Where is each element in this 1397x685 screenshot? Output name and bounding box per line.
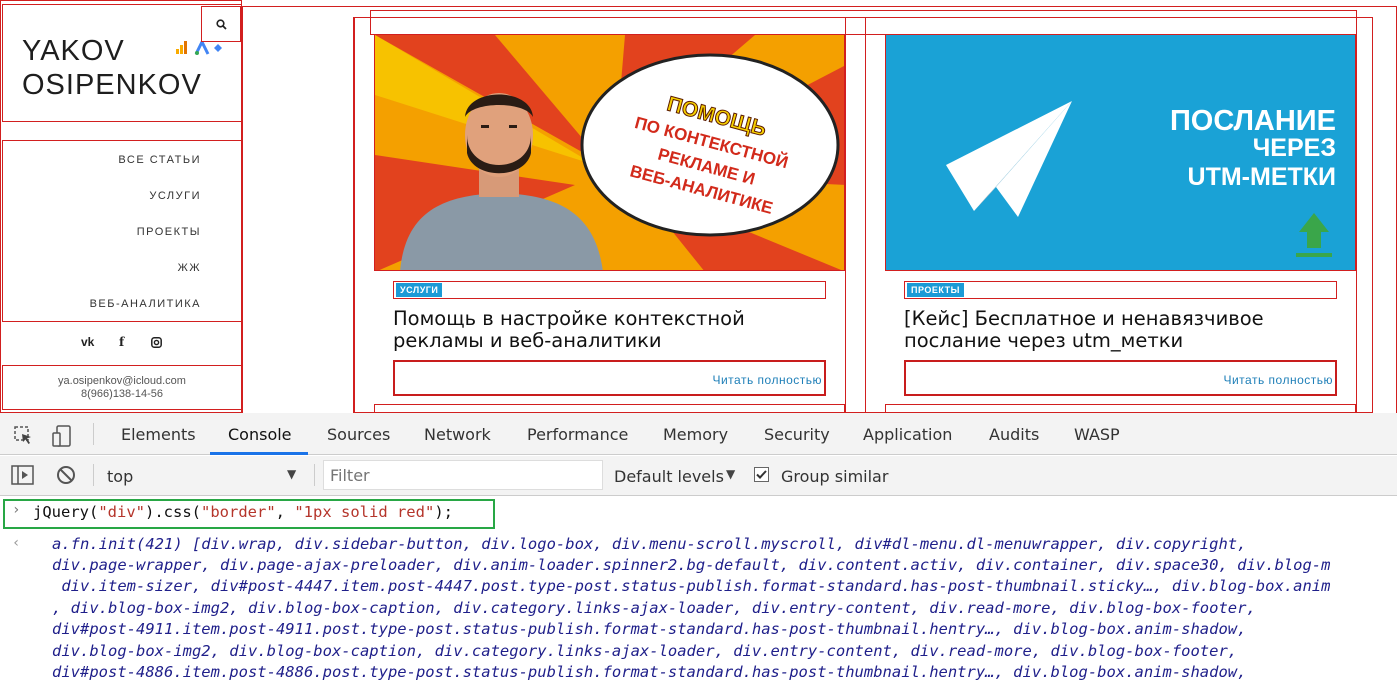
- clear-console-icon[interactable]: [56, 465, 76, 485]
- console-output-line[interactable]: div.item-sizer, div#post-4447.item.post-…: [52, 577, 1330, 595]
- logo-line-1: YAKOV: [22, 35, 125, 67]
- search-button[interactable]: [201, 6, 241, 42]
- blog-box-footer: [374, 404, 845, 413]
- console-output-line[interactable]: div#post-4911.item.post-4911.post.type-p…: [52, 620, 1246, 638]
- console-output: › jQuery("div").css("border", "1px solid…: [0, 497, 1397, 685]
- post-image[interactable]: ПОМОЩЬ ПО КОНТЕКСТНОЙ РЕКЛАМЕ И ВЕБ-АНАЛ…: [374, 34, 845, 271]
- filter-input[interactable]: [323, 460, 603, 490]
- divider: [314, 464, 315, 486]
- tab-elements[interactable]: Elements: [121, 425, 196, 444]
- tab-performance[interactable]: Performance: [527, 425, 628, 444]
- tab-console[interactable]: Console: [228, 425, 292, 444]
- logo-text: YAKOV OSIPENKOV: [22, 34, 202, 102]
- post-image[interactable]: ПОСЛАНИЕ ЧЕРЕЗ UTM-МЕТКИ: [885, 34, 1356, 271]
- menu-item-all-articles[interactable]: ВСЕ СТАТЬИ: [118, 154, 201, 166]
- sidebar-menu: ВСЕ СТАТЬИ УСЛУГИ ПРОЕКТЫ ЖЖ ВЕБ-АНАЛИТИ…: [2, 140, 242, 322]
- tab-application[interactable]: Application: [863, 425, 952, 444]
- console-toolbar: top ▼ Default levels ▼ Group similar: [0, 456, 1397, 496]
- post-title[interactable]: Помощь в настройке контекстной рекламы и…: [393, 308, 833, 352]
- image-caption-line-1: ПОСЛАНИЕ: [1170, 105, 1336, 137]
- blog-box-footer: [885, 404, 1356, 413]
- tab-wasp[interactable]: WASP: [1074, 425, 1120, 444]
- category-bar: УСЛУГИ: [393, 281, 826, 299]
- logo-line-2: OSIPENKOV: [22, 69, 202, 101]
- social-links: vk f: [1, 329, 243, 359]
- divider: [93, 423, 94, 445]
- devtools-panel: Elements Console Sources Network Perform…: [0, 413, 1397, 685]
- vk-icon[interactable]: vk: [81, 335, 94, 349]
- prompt-chevron-icon: ›: [12, 502, 21, 518]
- tab-security[interactable]: Security: [764, 425, 830, 444]
- read-more-link[interactable]: Читать полностью: [1223, 373, 1333, 387]
- menu-item-services[interactable]: УСЛУГИ: [149, 190, 201, 202]
- menu-item-lj[interactable]: ЖЖ: [178, 262, 201, 274]
- menu-item-web-analytics[interactable]: ВЕБ-АНАЛИТИКА: [90, 298, 201, 310]
- instagram-icon[interactable]: [151, 337, 162, 348]
- sidebar-toggle-icon[interactable]: [11, 465, 35, 485]
- device-toolbar-icon[interactable]: [52, 425, 76, 447]
- post-image-art: ПОМОЩЬ ПО КОНТЕКСТНОЙ РЕКЛАМЕ И ВЕБ-АНАЛ…: [375, 35, 844, 270]
- group-similar-label[interactable]: Group similar: [781, 467, 888, 486]
- tab-network[interactable]: Network: [424, 425, 491, 444]
- image-caption-line-3: UTM-МЕТКИ: [1188, 163, 1336, 191]
- chevron-down-icon[interactable]: ▼: [726, 467, 735, 481]
- tab-memory[interactable]: Memory: [663, 425, 728, 444]
- read-more-link[interactable]: Читать полностью: [712, 373, 822, 387]
- group-similar-checkbox[interactable]: [754, 467, 769, 482]
- console-output-line[interactable]: div.page-wrapper, div.page-ajax-preloade…: [52, 556, 1330, 574]
- sidebar: YAKOV OSIPENKOV ВСЕ СТАТЬИ УСЛУГИ ПРОЕКТ…: [0, 0, 242, 413]
- contact-email[interactable]: ya.osipenkov@icloud.com: [3, 375, 241, 388]
- category-badge[interactable]: УСЛУГИ: [396, 283, 443, 297]
- facebook-icon[interactable]: f: [119, 335, 124, 349]
- console-output-line[interactable]: , div.blog-box-img2, div.blog-box-captio…: [52, 599, 1256, 617]
- devtools-tab-bar: Elements Console Sources Network Perform…: [0, 413, 1397, 455]
- console-command[interactable]: jQuery("div").css("border", "1px solid r…: [33, 503, 453, 521]
- menu-item-projects[interactable]: ПРОЕКТЫ: [137, 226, 201, 238]
- post-title[interactable]: [Кейс] Бесплатное и ненавязчивое послани…: [904, 308, 1344, 352]
- contact-box: ya.osipenkov@icloud.com 8(966)138-14-56: [2, 365, 242, 410]
- divider: [93, 464, 94, 486]
- result-arrow-icon: ‹: [12, 535, 21, 551]
- console-output-line[interactable]: div#post-4886.item.post-4886.post.type-p…: [52, 663, 1246, 681]
- search-icon: [215, 18, 227, 30]
- contact-phone[interactable]: 8(966)138-14-56: [3, 388, 241, 401]
- read-more-box: Читать полностью: [393, 360, 826, 396]
- category-badge[interactable]: ПРОЕКТЫ: [907, 283, 964, 297]
- inspect-element-icon[interactable]: [14, 426, 34, 446]
- console-output-line[interactable]: a.fn.init(421) [div.wrap, div.sidebar-bu…: [52, 535, 1246, 553]
- analytics-logo-icon: [176, 41, 222, 55]
- blog-post-card: ПОМОЩЬ ПО КОНТЕКСТНОЙ РЕКЛАМЕ И ВЕБ-АНАЛ…: [354, 17, 846, 413]
- tab-sources[interactable]: Sources: [327, 425, 390, 444]
- console-output-line[interactable]: div.blog-box-img2, div.blog-box-caption,…: [52, 642, 1237, 660]
- category-bar: ПРОЕКТЫ: [904, 281, 1337, 299]
- chevron-down-icon[interactable]: ▼: [287, 467, 296, 481]
- context-select[interactable]: top: [107, 467, 133, 486]
- web-page: YAKOV OSIPENKOV ВСЕ СТАТЬИ УСЛУГИ ПРОЕКТ…: [0, 0, 1397, 413]
- read-more-box: Читать полностью: [904, 360, 1337, 396]
- log-levels-select[interactable]: Default levels: [614, 467, 724, 486]
- tab-audits[interactable]: Audits: [989, 425, 1039, 444]
- active-tab-indicator: [210, 452, 308, 455]
- blog-post-card: ПОСЛАНИЕ ЧЕРЕЗ UTM-МЕТКИ ПРОЕКТЫ [Кейс] …: [865, 17, 1357, 413]
- post-image-art: ПОСЛАНИЕ ЧЕРЕЗ UTM-МЕТКИ: [886, 35, 1355, 270]
- image-caption-line-2: ЧЕРЕЗ: [1253, 134, 1336, 162]
